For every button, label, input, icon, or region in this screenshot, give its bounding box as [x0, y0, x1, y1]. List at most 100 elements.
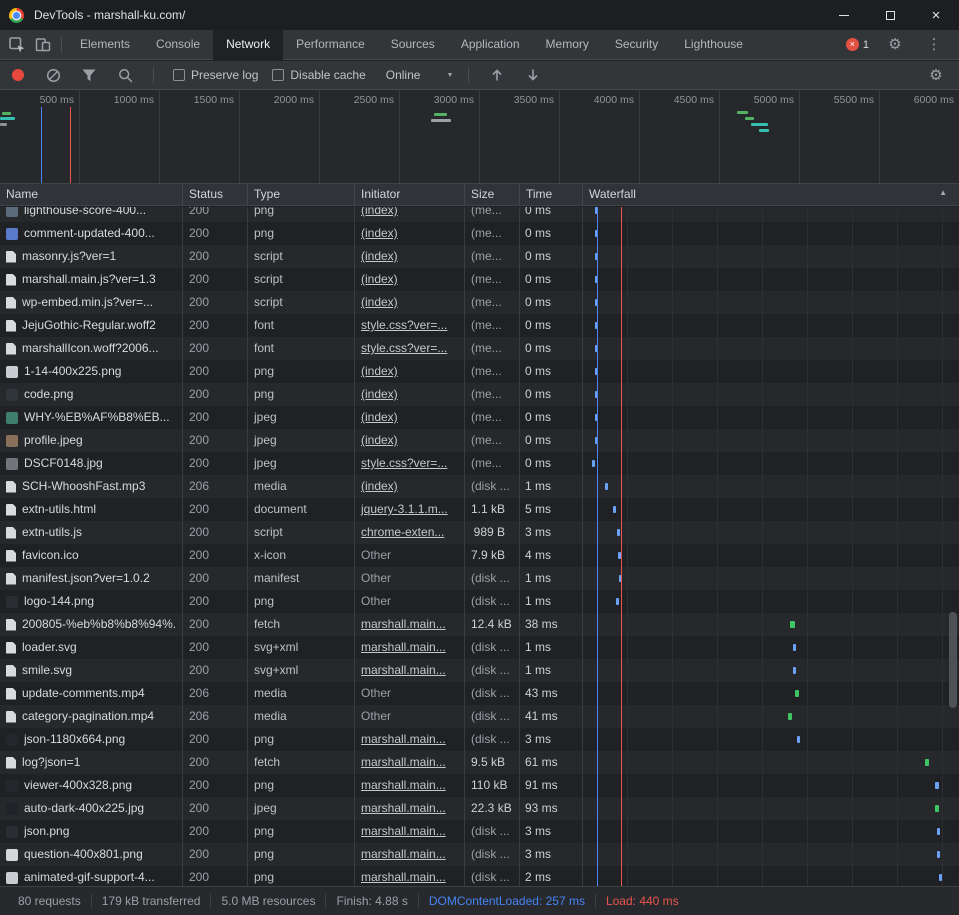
- waterfall-bar: [939, 874, 942, 881]
- table-row[interactable]: masonry.js?ver=1200script(index)(me...0 …: [0, 245, 959, 268]
- initiator-link[interactable]: (index): [361, 272, 398, 286]
- error-badge[interactable]: × 1: [846, 38, 869, 51]
- search-button[interactable]: [112, 62, 138, 88]
- initiator-link[interactable]: (index): [361, 433, 398, 447]
- network-overview-timeline[interactable]: 500 ms1000 ms1500 ms2000 ms2500 ms3000 m…: [0, 90, 959, 183]
- initiator-link[interactable]: chrome-exten...: [361, 525, 444, 539]
- initiator-link[interactable]: style.css?ver=...: [361, 456, 447, 470]
- table-row[interactable]: smile.svg200svg+xmlmarshall.main...(disk…: [0, 659, 959, 682]
- overview-activity-mark: [759, 129, 769, 132]
- tab-sources[interactable]: Sources: [378, 30, 448, 60]
- throttling-select[interactable]: Online ▼: [386, 68, 454, 82]
- initiator-cell: (index): [355, 207, 465, 222]
- table-row[interactable]: logo-144.png200pngOther(disk ...1 ms: [0, 590, 959, 613]
- table-row[interactable]: code.png200png(index)(me...0 ms: [0, 383, 959, 406]
- table-row[interactable]: update-comments.mp4206mediaOther(disk ..…: [0, 682, 959, 705]
- initiator-link[interactable]: (index): [361, 249, 398, 263]
- table-row[interactable]: WHY-%EB%AF%B8%EB...200jpeg(index)(me...0…: [0, 406, 959, 429]
- table-row[interactable]: extn-utils.js200scriptchrome-exten...989…: [0, 521, 959, 544]
- initiator-link[interactable]: marshall.main...: [361, 732, 446, 746]
- record-button[interactable]: [12, 69, 24, 81]
- preserve-log-checkbox[interactable]: Preserve log: [173, 68, 258, 82]
- table-row[interactable]: marshall.main.js?ver=1.3200script(index)…: [0, 268, 959, 291]
- type-cell: jpeg: [248, 406, 355, 429]
- table-row[interactable]: auto-dark-400x225.jpg200jpegmarshall.mai…: [0, 797, 959, 820]
- initiator-link[interactable]: marshall.main...: [361, 824, 446, 838]
- initiator-link[interactable]: (index): [361, 226, 398, 240]
- tab-security[interactable]: Security: [602, 30, 671, 60]
- initiator-link[interactable]: marshall.main...: [361, 663, 446, 677]
- initiator-link[interactable]: marshall.main...: [361, 870, 446, 884]
- disable-cache-checkbox[interactable]: Disable cache: [272, 68, 365, 82]
- initiator-link[interactable]: (index): [361, 387, 398, 401]
- table-row[interactable]: viewer-400x328.png200pngmarshall.main...…: [0, 774, 959, 797]
- close-button[interactable]: ×: [913, 0, 959, 30]
- maximize-button[interactable]: [867, 0, 913, 30]
- table-row[interactable]: extn-utils.html200documentjquery-3.1.1.m…: [0, 498, 959, 521]
- column-header-name[interactable]: Name: [0, 184, 183, 205]
- initiator-link[interactable]: style.css?ver=...: [361, 318, 447, 332]
- table-row[interactable]: json.png200pngmarshall.main...(disk ...3…: [0, 820, 959, 843]
- export-har-button[interactable]: [520, 62, 546, 88]
- table-row[interactable]: comment-updated-400...200png(index)(me..…: [0, 222, 959, 245]
- table-row[interactable]: json-1180x664.png200pngmarshall.main...(…: [0, 728, 959, 751]
- initiator-link[interactable]: (index): [361, 364, 398, 378]
- import-har-button[interactable]: [484, 62, 510, 88]
- initiator-link[interactable]: marshall.main...: [361, 617, 446, 631]
- table-row[interactable]: SCH-WhooshFast.mp3206media(index)(disk .…: [0, 475, 959, 498]
- type-cell: png: [248, 843, 355, 866]
- tab-console[interactable]: Console: [143, 30, 213, 60]
- table-row[interactable]: profile.jpeg200jpeg(index)(me...0 ms: [0, 429, 959, 452]
- column-header-status[interactable]: Status: [183, 184, 248, 205]
- initiator-link[interactable]: marshall.main...: [361, 778, 446, 792]
- network-settings-button[interactable]: ⚙: [923, 62, 949, 88]
- table-row[interactable]: wp-embed.min.js?ver=...200script(index)(…: [0, 291, 959, 314]
- waterfall-bar: [592, 460, 595, 467]
- devtools-window: DevTools - marshall-ku.com/ × ElementsCo…: [0, 0, 959, 915]
- tab-performance[interactable]: Performance: [283, 30, 378, 60]
- column-header-time[interactable]: Time: [520, 184, 583, 205]
- initiator-link[interactable]: marshall.main...: [361, 801, 446, 815]
- table-row[interactable]: marshallIcon.woff?2006...200fontstyle.cs…: [0, 337, 959, 360]
- table-row[interactable]: manifest.json?ver=1.0.2200manifestOther(…: [0, 567, 959, 590]
- more-menu-button[interactable]: ⋮: [921, 32, 947, 58]
- table-row[interactable]: JejuGothic-Regular.woff2200fontstyle.css…: [0, 314, 959, 337]
- tab-network[interactable]: Network: [213, 30, 283, 60]
- scrollbar-thumb[interactable]: [949, 612, 957, 708]
- initiator-link[interactable]: marshall.main...: [361, 847, 446, 861]
- type-cell: x-icon: [248, 544, 355, 567]
- table-row[interactable]: favicon.ico200x-iconOther7.9 kB4 ms: [0, 544, 959, 567]
- table-row[interactable]: category-pagination.mp4206mediaOther(dis…: [0, 705, 959, 728]
- column-header-type[interactable]: Type: [248, 184, 355, 205]
- table-row[interactable]: animated-gif-support-4...200pngmarshall.…: [0, 866, 959, 886]
- column-header-waterfall[interactable]: Waterfall: [583, 184, 959, 205]
- table-row[interactable]: 200805-%eb%b8%b8%94%...200fetchmarshall.…: [0, 613, 959, 636]
- filter-button[interactable]: [76, 62, 102, 88]
- initiator-link[interactable]: style.css?ver=...: [361, 341, 447, 355]
- tab-elements[interactable]: Elements: [67, 30, 143, 60]
- table-row[interactable]: 1-14-400x225.png200png(index)(me...0 ms: [0, 360, 959, 383]
- column-header-size[interactable]: Size: [465, 184, 520, 205]
- table-row[interactable]: log?json=1200fetchmarshall.main...9.5 kB…: [0, 751, 959, 774]
- tab-application[interactable]: Application: [448, 30, 533, 60]
- table-row[interactable]: question-400x801.png200pngmarshall.main.…: [0, 843, 959, 866]
- minimize-button[interactable]: [821, 0, 867, 30]
- tab-memory[interactable]: Memory: [533, 30, 602, 60]
- initiator-link[interactable]: (index): [361, 207, 398, 217]
- initiator-link[interactable]: marshall.main...: [361, 755, 446, 769]
- table-row[interactable]: DSCF0148.jpg200jpegstyle.css?ver=...(me.…: [0, 452, 959, 475]
- inspect-element-button[interactable]: [4, 32, 30, 58]
- table-row[interactable]: loader.svg200svg+xmlmarshall.main...(dis…: [0, 636, 959, 659]
- initiator-link[interactable]: (index): [361, 479, 398, 493]
- table-row[interactable]: lighthouse-score-400...200png(index)(me.…: [0, 207, 959, 222]
- column-header-initiator[interactable]: Initiator: [355, 184, 465, 205]
- clear-button[interactable]: [40, 62, 66, 88]
- network-toolbar: Preserve log Disable cache Online ▼ ⚙: [0, 61, 959, 90]
- initiator-link[interactable]: marshall.main...: [361, 640, 446, 654]
- initiator-link[interactable]: jquery-3.1.1.m...: [361, 502, 448, 516]
- initiator-link[interactable]: (index): [361, 410, 398, 424]
- tab-lighthouse[interactable]: Lighthouse: [671, 30, 756, 60]
- initiator-link[interactable]: (index): [361, 295, 398, 309]
- settings-button[interactable]: ⚙: [882, 32, 908, 58]
- device-toolbar-button[interactable]: [30, 32, 56, 58]
